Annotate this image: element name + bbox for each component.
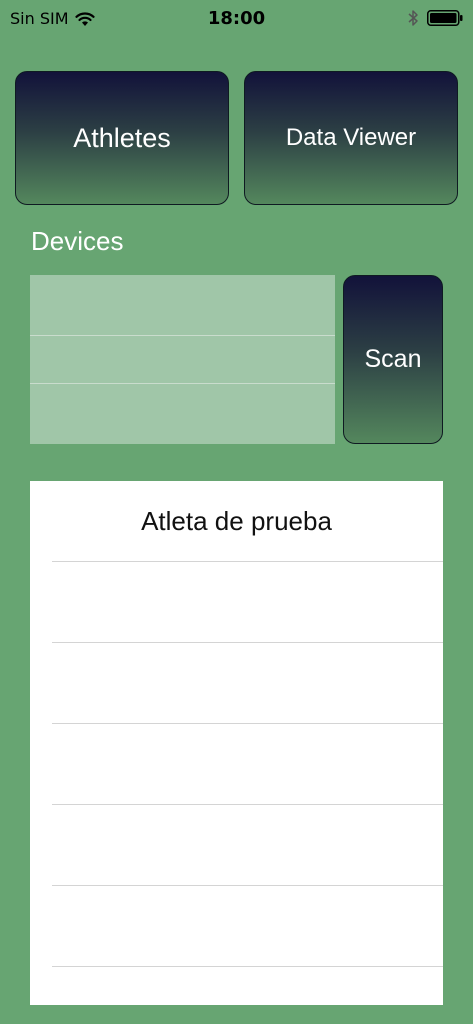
athletes-button-label: Athletes xyxy=(73,122,171,153)
athlete-row[interactable] xyxy=(52,805,443,886)
athletes-button[interactable]: Athletes xyxy=(15,71,229,205)
athlete-row[interactable] xyxy=(52,643,443,724)
athlete-row[interactable] xyxy=(52,886,443,967)
athlete-row[interactable]: Atleta de prueba xyxy=(52,481,443,562)
scan-button[interactable]: Scan xyxy=(343,275,443,444)
device-row[interactable] xyxy=(30,275,335,336)
athlete-name: Atleta de prueba xyxy=(141,505,332,536)
data-viewer-button-label: Data Viewer xyxy=(285,124,417,151)
battery-icon xyxy=(427,10,463,26)
athlete-list[interactable]: Atleta de prueba xyxy=(30,481,443,1005)
athlete-row[interactable] xyxy=(52,562,443,643)
athlete-row[interactable] xyxy=(52,724,443,805)
data-viewer-button[interactable]: Data Viewer xyxy=(244,71,458,205)
status-bar: Sin SIM 18:00 xyxy=(0,0,473,40)
device-row[interactable] xyxy=(30,384,335,444)
devices-heading: Devices xyxy=(31,226,124,256)
device-row[interactable] xyxy=(30,336,335,384)
scan-button-label: Scan xyxy=(364,345,422,373)
device-list[interactable] xyxy=(30,275,335,444)
clock: 18:00 xyxy=(207,8,266,29)
bluetooth-icon xyxy=(408,10,418,26)
